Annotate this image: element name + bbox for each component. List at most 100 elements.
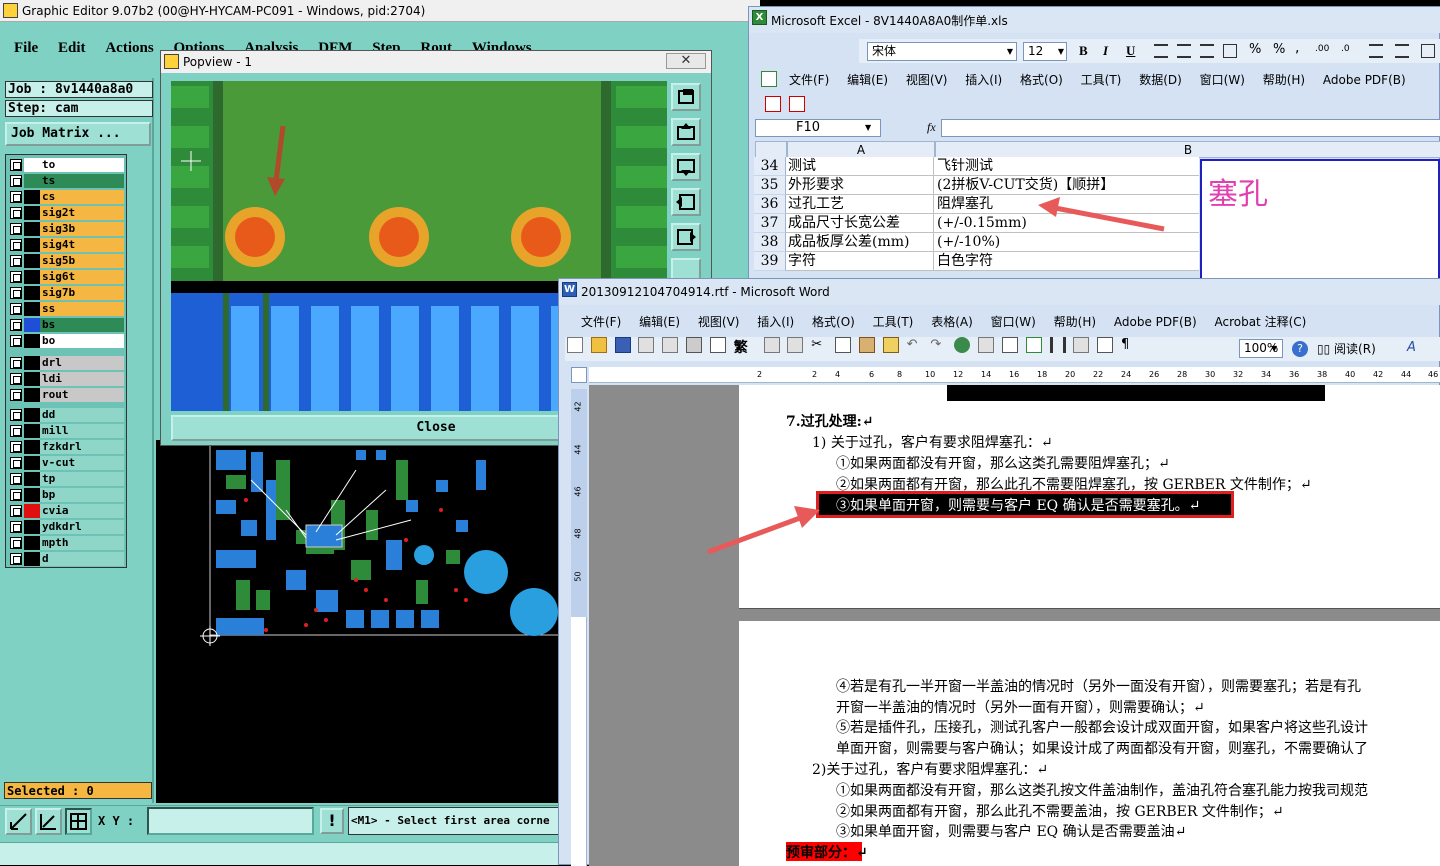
layer-row[interactable]: ss (8, 301, 124, 316)
chevron-down-icon[interactable]: ▼ (1004, 43, 1016, 60)
chevron-down-icon[interactable]: ▼ (1055, 43, 1067, 60)
layer-name[interactable]: bp (40, 487, 124, 502)
tab-selector[interactable] (571, 367, 587, 383)
alert-icon[interactable]: ! (320, 808, 344, 834)
row-header[interactable]: 34 (754, 157, 786, 176)
layer-row[interactable]: mpth (8, 535, 124, 550)
job-matrix-button[interactable]: Job Matrix ... (5, 122, 151, 146)
row-header[interactable]: 37 (754, 214, 786, 233)
cell-a[interactable]: 外形要求 (786, 176, 934, 195)
excel-menu-view[interactable]: 视图(V) (906, 73, 948, 87)
graphic-canvas[interactable] (156, 440, 560, 803)
document-map-icon[interactable] (1097, 337, 1114, 353)
layer-name[interactable]: rout (40, 387, 124, 402)
insert-excel-icon[interactable] (1025, 337, 1042, 353)
styles-icon[interactable]: A (1407, 340, 1416, 355)
layer-row[interactable]: to (8, 157, 124, 172)
function-icon[interactable]: fx (927, 120, 936, 135)
layer-row[interactable]: bs (8, 317, 124, 332)
layer-checkbox[interactable] (10, 254, 22, 267)
layer-checkbox[interactable] (10, 238, 22, 251)
word-menu-acrobat[interactable]: Acrobat 注释(C) (1214, 315, 1306, 329)
cell-a[interactable]: 测试 (786, 157, 934, 176)
layer-row[interactable]: ldi (8, 371, 124, 386)
excel-menu-insert[interactable]: 插入(I) (965, 73, 1002, 87)
layer-name[interactable]: sig6t (40, 269, 124, 284)
layer-row[interactable]: bp (8, 487, 124, 502)
column-header-b[interactable]: B (935, 141, 1440, 158)
reading-layout-button[interactable]: ▯▯ 阅读(R) (1317, 340, 1376, 357)
xy-input[interactable] (147, 807, 314, 835)
layer-row[interactable]: dd (8, 407, 124, 422)
currency-icon[interactable]: % (1249, 42, 1261, 57)
word-menu-format[interactable]: 格式(O) (812, 315, 855, 329)
save-icon[interactable] (614, 337, 631, 353)
layer-checkbox[interactable] (10, 388, 22, 401)
print-preview-icon[interactable] (709, 337, 726, 353)
bold-button[interactable]: B (1079, 43, 1088, 59)
layer-row[interactable]: bo (8, 333, 124, 348)
excel-menu-file[interactable]: 文件(F) (789, 73, 829, 87)
layer-row[interactable]: sig6t (8, 269, 124, 284)
layer-checkbox[interactable] (10, 206, 22, 219)
chevron-down-icon[interactable]: ▼ (1271, 340, 1283, 357)
layer-checkbox[interactable] (10, 334, 22, 347)
format-painter-icon[interactable] (882, 337, 899, 353)
column-header-a[interactable]: A (787, 141, 935, 158)
cell-b[interactable]: (+/-10%) (934, 233, 1199, 252)
cell-b[interactable]: 飞针测试 (934, 157, 1199, 176)
excel-menu-edit[interactable]: 编辑(E) (847, 73, 888, 87)
menu-file[interactable]: File (14, 40, 38, 56)
word-menu-help[interactable]: 帮助(H) (1054, 315, 1096, 329)
print-icon[interactable] (686, 337, 703, 353)
fit-view-icon[interactable] (671, 83, 701, 111)
layer-checkbox[interactable] (10, 488, 22, 501)
word-menu-table[interactable]: 表格(A) (931, 315, 973, 329)
pdf-convert-icon[interactable] (765, 96, 781, 112)
layer-row[interactable]: d (8, 551, 124, 566)
pan-right-icon[interactable] (671, 223, 701, 251)
permission-icon[interactable] (638, 337, 655, 353)
layer-row[interactable]: ts (8, 173, 124, 188)
layer-name[interactable]: sig2t (40, 205, 124, 220)
research-icon[interactable] (787, 337, 804, 353)
cell-a[interactable]: 字符 (786, 252, 934, 271)
spelling-icon[interactable] (763, 337, 780, 353)
columns-icon[interactable] (1049, 337, 1066, 353)
merge-cells-icon[interactable] (1223, 44, 1237, 58)
redo-icon[interactable]: ↷ (930, 337, 946, 353)
percent-icon[interactable]: % (1273, 42, 1285, 57)
word-menu-window[interactable]: 窗口(W) (991, 315, 1036, 329)
indent-icon[interactable] (1369, 44, 1383, 58)
name-box[interactable]: F10 (755, 119, 881, 137)
measure-tool-icon[interactable] (35, 808, 62, 835)
cell-b[interactable]: 白色字符 (934, 252, 1199, 271)
excel-menu-format[interactable]: 格式(O) (1020, 73, 1063, 87)
layer-checkbox[interactable] (10, 286, 22, 299)
drawing-icon[interactable] (1073, 337, 1090, 353)
new-document-icon[interactable] (567, 337, 583, 353)
word-menu-insert[interactable]: 插入(I) (757, 315, 794, 329)
excel-font-name-select[interactable]: 宋体 (867, 42, 1017, 61)
word-menu-edit[interactable]: 编辑(E) (639, 315, 680, 329)
layer-name[interactable]: ldi (40, 371, 124, 386)
layer-checkbox[interactable] (10, 372, 22, 385)
zoom-tool-icon[interactable] (671, 258, 701, 280)
layer-checkbox[interactable] (10, 472, 22, 485)
layer-checkbox[interactable] (10, 424, 22, 437)
layer-checkbox[interactable] (10, 270, 22, 283)
align-center-icon[interactable] (1177, 44, 1191, 58)
word-menu-tools[interactable]: 工具(T) (873, 315, 914, 329)
popview-close-icon[interactable]: ✕ (666, 53, 706, 69)
layer-row[interactable]: tp (8, 471, 124, 486)
menu-edit[interactable]: Edit (58, 40, 86, 56)
cell-a[interactable]: 成品板厚公差(mm) (786, 233, 934, 252)
excel-sheet-icon[interactable] (761, 71, 777, 87)
traditional-chinese-icon[interactable]: 繁 (734, 337, 756, 356)
layer-checkbox[interactable] (10, 536, 22, 549)
layer-checkbox[interactable] (10, 356, 22, 369)
outdent-icon[interactable] (1395, 44, 1409, 58)
layer-row[interactable]: sig4t (8, 237, 124, 252)
layer-name[interactable]: sig7b (40, 285, 124, 300)
excel-menu-data[interactable]: 数据(D) (1139, 73, 1182, 87)
